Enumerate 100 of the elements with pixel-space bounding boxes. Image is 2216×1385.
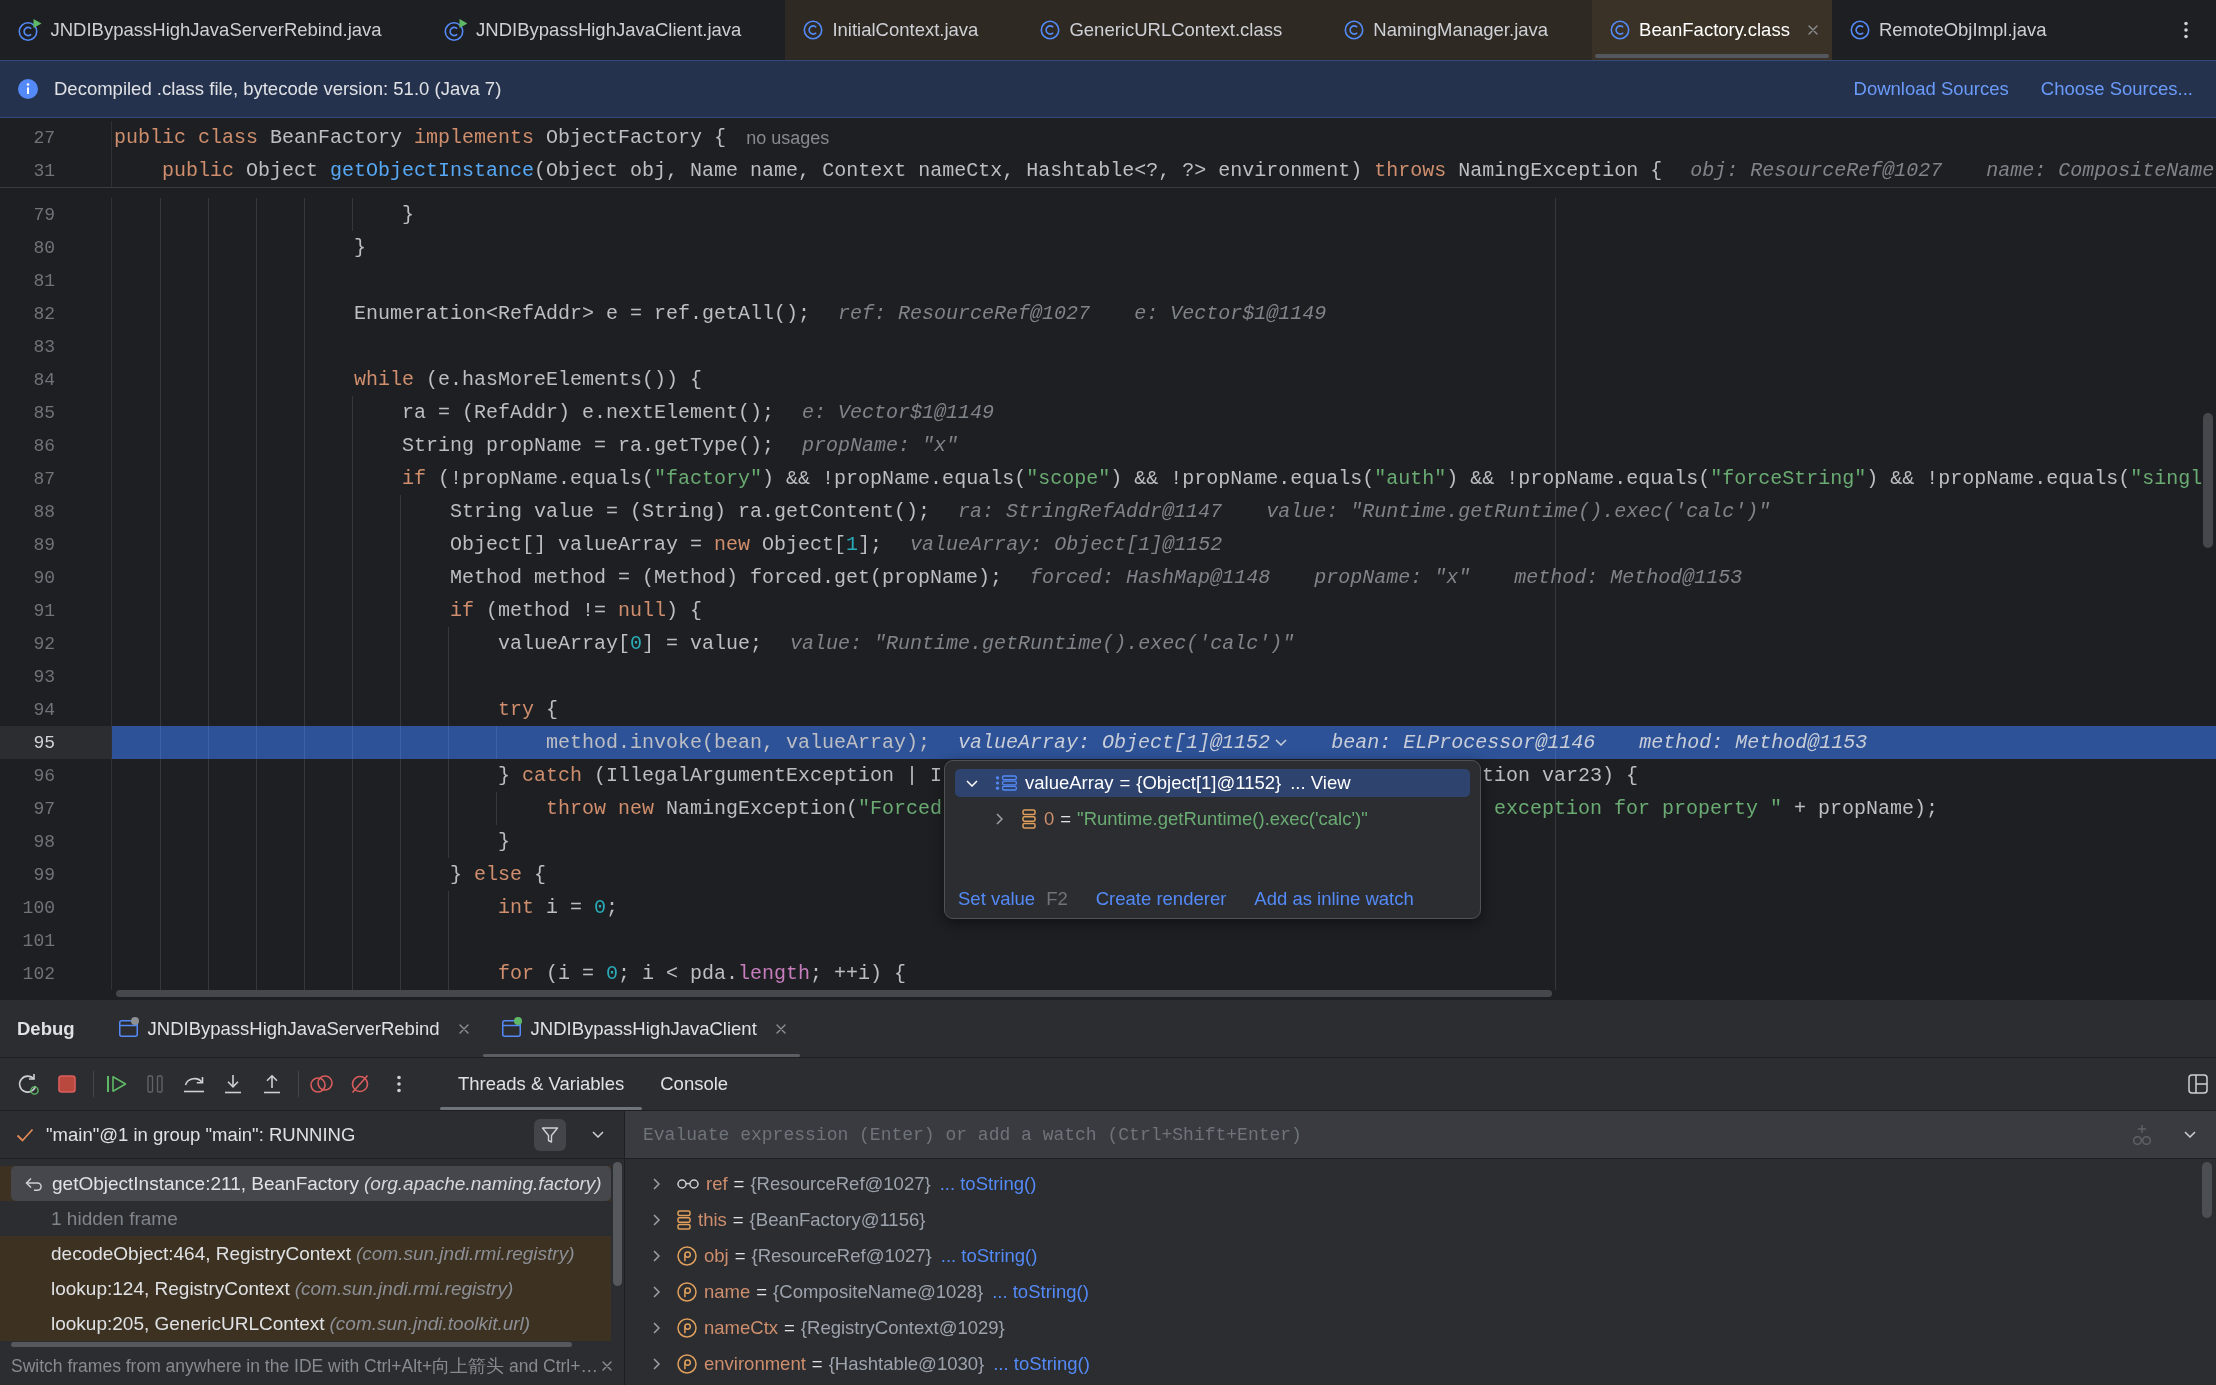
- chevron-right-icon[interactable]: [653, 1322, 660, 1334]
- editor-tab[interactable]: RemoteObjImpl.java: [1831, 0, 2091, 60]
- resume-icon[interactable]: [105, 1075, 127, 1093]
- stack-icon: [1022, 809, 1036, 829]
- code-text: tion var23) {: [1482, 763, 1639, 788]
- chevron-right-icon[interactable]: [653, 1178, 660, 1190]
- line-number: 90: [33, 566, 55, 589]
- banner-link[interactable]: Choose Sources...: [2040, 78, 2193, 100]
- stack-frame[interactable]: lookup:124, RegistryContext (com.sun.jndi.rmi.registry): [0, 1271, 611, 1306]
- close-icon[interactable]: [1807, 25, 1818, 35]
- banner-message: Decompiled .class file, bytecode version: 51.0 (Java 7): [54, 78, 502, 100]
- class-icon: [1040, 20, 1061, 40]
- mute-breakpoints-icon[interactable]: [350, 1074, 370, 1094]
- more-icon[interactable]: [397, 1075, 401, 1093]
- scrollbar-thumb[interactable]: [2203, 413, 2213, 548]
- close-icon[interactable]: [602, 1361, 612, 1371]
- runnable-class-icon: [443, 18, 468, 42]
- session-tab[interactable]: JNDIBypassHighJavaClient: [482, 1000, 800, 1057]
- editor-tab[interactable]: InitialContext.java: [785, 0, 1023, 60]
- chevron-right-icon[interactable]: [653, 1250, 660, 1262]
- code-text: method.invoke(bean, valueArray);: [546, 730, 931, 755]
- view-tab[interactable]: Threads & Variables: [440, 1058, 643, 1110]
- code-text: public Object getObjectInstance(Object obj, Name name, Context nameCtx, Hashtable<?, ?> environment) throws NamingException {: [162, 158, 1663, 183]
- stop-icon[interactable]: [58, 1075, 76, 1093]
- stack-frame[interactable]: decodeObject:464, RegistryContext (com.sun.jndi.rmi.registry): [0, 1236, 611, 1271]
- scrollbar-thumb[interactable]: [613, 1162, 622, 1286]
- breakpoints-icon[interactable]: [309, 1074, 333, 1094]
- action-link[interactable]: ... toString(): [940, 1245, 1038, 1267]
- chevron-down-icon[interactable]: [2184, 1131, 2196, 1138]
- code-text: } else {: [450, 862, 547, 887]
- view-tab[interactable]: Console: [642, 1058, 747, 1110]
- action-link[interactable]: Set value: [958, 888, 1036, 910]
- variable-text[interactable]: this = {BeanFactory@1156}: [698, 1209, 926, 1231]
- stack-frame[interactable]: lookup:205, GenericURLContext (com.sun.jndi.toolkit.url): [0, 1306, 611, 1341]
- session-tab[interactable]: JNDIBypassHighJavaServerRebind: [99, 1000, 483, 1057]
- inline-value: method: Method@1153: [1514, 565, 1743, 590]
- chevron-right-icon[interactable]: [653, 1214, 660, 1226]
- step-into-icon[interactable]: [224, 1074, 242, 1094]
- line-number: 100: [22, 896, 55, 919]
- tree-row[interactable]: valueArray = {Object[1]@1152} ... View: [955, 769, 1470, 797]
- inline-value: obj: ResourceRef@1027: [1690, 158, 1943, 183]
- editor-tab[interactable]: GenericURLContext.class: [1022, 0, 1327, 60]
- step-over-icon[interactable]: [183, 1075, 205, 1093]
- code-text: Enumeration<RefAddr> e = ref.getAll();: [354, 301, 811, 326]
- close-icon[interactable]: [775, 1023, 786, 1034]
- inline-value: propName: "x": [802, 433, 959, 458]
- action-link[interactable]: ... toString(): [993, 1353, 1090, 1375]
- inline-value: ref: ResourceRef@1027: [838, 301, 1091, 326]
- editor-tab[interactable]: JNDIBypassHighJavaClient.java: [425, 0, 786, 60]
- editor-tab[interactable]: BeanFactory.class: [1592, 0, 1832, 60]
- tool-window-title: Debug: [17, 1017, 75, 1040]
- code-text: }: [402, 202, 414, 227]
- action-link[interactable]: ... View: [1290, 772, 1351, 794]
- expression-field[interactable]: Evaluate expression (Enter) or add a watch (Ctrl+Shift+Enter): [625, 1111, 2216, 1159]
- glasses-icon: [677, 1179, 699, 1189]
- inline-value: ra: StringRefAddr@1147: [958, 499, 1223, 524]
- more-icon[interactable]: [2184, 21, 2188, 39]
- expression-input[interactable]: Evaluate expression (Enter) or add a watch (Ctrl+Shift+Enter): [643, 1120, 2131, 1149]
- line-number: 95: [33, 731, 55, 754]
- action-link[interactable]: Add as inline watch: [1254, 888, 1414, 910]
- chevron-right-icon[interactable]: [653, 1286, 660, 1298]
- window-icon: [501, 1020, 521, 1037]
- action-link[interactable]: Create renderer: [1095, 888, 1227, 910]
- scrollbar-thumb[interactable]: [2202, 1162, 2212, 1218]
- variable-text[interactable]: name = {CompositeName@1028}: [704, 1281, 984, 1303]
- stack-frame[interactable]: 1 hidden frame: [0, 1201, 611, 1236]
- variable-text[interactable]: ref = {ResourceRef@1027}: [706, 1173, 931, 1195]
- line-number: 87: [33, 467, 55, 490]
- step-out-icon[interactable]: [263, 1074, 281, 1094]
- scrollbar-thumb[interactable]: [116, 990, 1552, 997]
- variable-text[interactable]: environment = {Hashtable@1030}: [704, 1353, 985, 1375]
- inline-value: name: CompositeName: [1986, 158, 2215, 183]
- variable-text[interactable]: obj = {ResourceRef@1027}: [704, 1245, 932, 1267]
- inline-value: e: Vector$1@1149: [802, 400, 995, 425]
- shortcut-hint: F2: [1046, 888, 1068, 910]
- close-icon[interactable]: [458, 1023, 469, 1034]
- chevron-down-icon[interactable]: [592, 1131, 604, 1138]
- inline-value: valueArray: Object[1]@1152: [910, 532, 1223, 557]
- scrollbar-thumb[interactable]: [11, 1342, 572, 1347]
- tree-item-text[interactable]: 0 = "Runtime.getRuntime().exec('calc')": [1044, 808, 1368, 830]
- filter-button[interactable]: [534, 1118, 566, 1151]
- line-number: 98: [33, 830, 55, 853]
- rerun-icon[interactable]: [17, 1073, 39, 1095]
- line-number: 93: [33, 665, 55, 688]
- inline-value: forced: HashMap@1148: [1030, 565, 1271, 590]
- action-link[interactable]: ... toString(): [992, 1281, 1089, 1303]
- editor-tab[interactable]: NamingManager.java: [1326, 0, 1593, 60]
- chevron-down-icon[interactable]: [1275, 739, 1288, 746]
- variable-text[interactable]: nameCtx = {RegistryContext@1029}: [704, 1317, 1005, 1339]
- inline-value: value: "Runtime.getRuntime().exec('calc')": [790, 631, 1295, 656]
- chevron-right-icon[interactable]: [653, 1358, 660, 1370]
- line-number: 79: [33, 203, 55, 226]
- line-number: 84: [33, 368, 55, 391]
- editor-tab[interactable]: JNDIBypassHighJavaServerRebind.java: [0, 0, 426, 60]
- action-link[interactable]: ... toString(): [939, 1173, 1037, 1195]
- chevron-right-icon[interactable]: [996, 813, 1003, 825]
- stack-frame[interactable]: getObjectInstance:211, BeanFactory (org.apache.naming.factory): [0, 1166, 611, 1201]
- layout-icon[interactable]: [2188, 1074, 2208, 1094]
- inline-value: method: Method@1153: [1639, 730, 1868, 755]
- banner-link[interactable]: Download Sources: [1853, 78, 2009, 100]
